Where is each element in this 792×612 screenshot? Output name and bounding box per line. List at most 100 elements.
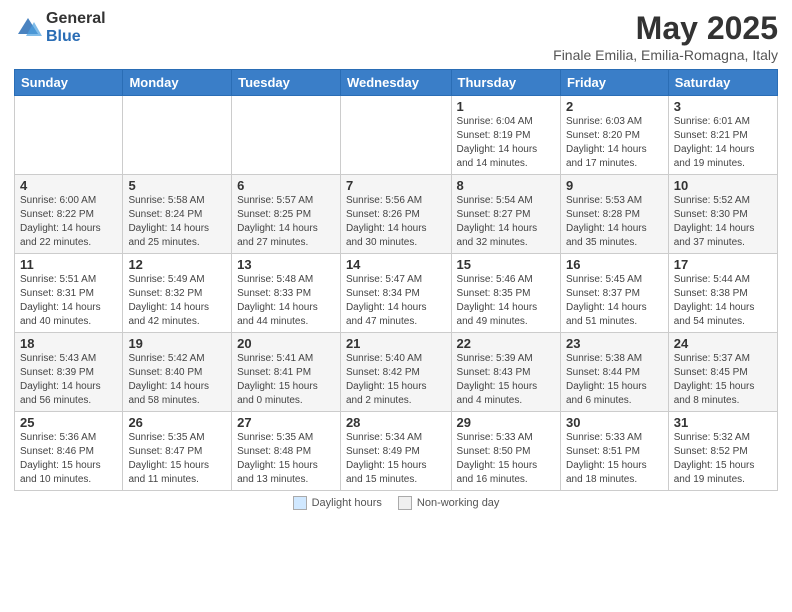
calendar-cell: 13Sunrise: 5:48 AM Sunset: 8:33 PM Dayli… [232,254,341,333]
logo: General Blue [14,10,106,45]
logo-text: General Blue [46,10,106,45]
day-info: Sunrise: 5:33 AM Sunset: 8:50 PM Dayligh… [457,431,555,487]
day-number: 21 [346,336,446,351]
legend-box-daylight [293,496,307,510]
calendar-cell [340,96,451,175]
calendar-cell: 6Sunrise: 5:57 AM Sunset: 8:25 PM Daylig… [232,175,341,254]
calendar-cell: 16Sunrise: 5:45 AM Sunset: 8:37 PM Dayli… [560,254,668,333]
calendar-cell: 8Sunrise: 5:54 AM Sunset: 8:27 PM Daylig… [451,175,560,254]
calendar-cell: 14Sunrise: 5:47 AM Sunset: 8:34 PM Dayli… [340,254,451,333]
day-info: Sunrise: 5:41 AM Sunset: 8:41 PM Dayligh… [237,352,335,408]
calendar-cell: 20Sunrise: 5:41 AM Sunset: 8:41 PM Dayli… [232,333,341,412]
day-number: 6 [237,178,335,193]
day-number: 28 [346,415,446,430]
day-info: Sunrise: 5:45 AM Sunset: 8:37 PM Dayligh… [566,273,663,329]
calendar-cell: 25Sunrise: 5:36 AM Sunset: 8:46 PM Dayli… [15,412,123,491]
day-info: Sunrise: 5:38 AM Sunset: 8:44 PM Dayligh… [566,352,663,408]
page: General Blue May 2025 Finale Emilia, Emi… [0,0,792,612]
calendar-cell: 23Sunrise: 5:38 AM Sunset: 8:44 PM Dayli… [560,333,668,412]
day-number: 8 [457,178,555,193]
day-info: Sunrise: 5:56 AM Sunset: 8:26 PM Dayligh… [346,194,446,250]
day-number: 3 [674,99,772,114]
calendar-cell: 12Sunrise: 5:49 AM Sunset: 8:32 PM Dayli… [123,254,232,333]
calendar-header-saturday: Saturday [668,70,777,96]
logo-icon [14,14,42,42]
legend-item-nonworking: Non-working day [398,496,500,510]
day-info: Sunrise: 6:03 AM Sunset: 8:20 PM Dayligh… [566,115,663,171]
day-number: 19 [128,336,226,351]
day-info: Sunrise: 5:39 AM Sunset: 8:43 PM Dayligh… [457,352,555,408]
day-number: 13 [237,257,335,272]
day-info: Sunrise: 5:42 AM Sunset: 8:40 PM Dayligh… [128,352,226,408]
legend-item-daylight: Daylight hours [293,496,382,510]
day-info: Sunrise: 5:43 AM Sunset: 8:39 PM Dayligh… [20,352,117,408]
day-number: 20 [237,336,335,351]
calendar-cell [123,96,232,175]
footer: Daylight hours Non-working day [14,496,778,510]
day-info: Sunrise: 5:44 AM Sunset: 8:38 PM Dayligh… [674,273,772,329]
day-info: Sunrise: 5:36 AM Sunset: 8:46 PM Dayligh… [20,431,117,487]
day-info: Sunrise: 5:54 AM Sunset: 8:27 PM Dayligh… [457,194,555,250]
calendar-cell: 10Sunrise: 5:52 AM Sunset: 8:30 PM Dayli… [668,175,777,254]
day-number: 1 [457,99,555,114]
day-number: 12 [128,257,226,272]
day-info: Sunrise: 5:49 AM Sunset: 8:32 PM Dayligh… [128,273,226,329]
day-info: Sunrise: 5:47 AM Sunset: 8:34 PM Dayligh… [346,273,446,329]
day-info: Sunrise: 5:40 AM Sunset: 8:42 PM Dayligh… [346,352,446,408]
calendar: SundayMondayTuesdayWednesdayThursdayFrid… [14,69,778,491]
day-number: 31 [674,415,772,430]
calendar-week-row-0: 1Sunrise: 6:04 AM Sunset: 8:19 PM Daylig… [15,96,778,175]
calendar-cell: 30Sunrise: 5:33 AM Sunset: 8:51 PM Dayli… [560,412,668,491]
day-info: Sunrise: 5:57 AM Sunset: 8:25 PM Dayligh… [237,194,335,250]
day-number: 10 [674,178,772,193]
day-number: 11 [20,257,117,272]
day-number: 26 [128,415,226,430]
day-info: Sunrise: 6:04 AM Sunset: 8:19 PM Dayligh… [457,115,555,171]
calendar-cell: 28Sunrise: 5:34 AM Sunset: 8:49 PM Dayli… [340,412,451,491]
legend-daylight-label: Daylight hours [312,497,382,509]
calendar-cell: 15Sunrise: 5:46 AM Sunset: 8:35 PM Dayli… [451,254,560,333]
calendar-cell: 1Sunrise: 6:04 AM Sunset: 8:19 PM Daylig… [451,96,560,175]
day-number: 30 [566,415,663,430]
calendar-week-row-3: 18Sunrise: 5:43 AM Sunset: 8:39 PM Dayli… [15,333,778,412]
calendar-cell: 5Sunrise: 5:58 AM Sunset: 8:24 PM Daylig… [123,175,232,254]
calendar-header-tuesday: Tuesday [232,70,341,96]
day-number: 23 [566,336,663,351]
calendar-cell: 3Sunrise: 6:01 AM Sunset: 8:21 PM Daylig… [668,96,777,175]
day-info: Sunrise: 5:58 AM Sunset: 8:24 PM Dayligh… [128,194,226,250]
calendar-cell: 21Sunrise: 5:40 AM Sunset: 8:42 PM Dayli… [340,333,451,412]
calendar-cell: 27Sunrise: 5:35 AM Sunset: 8:48 PM Dayli… [232,412,341,491]
day-number: 14 [346,257,446,272]
day-number: 15 [457,257,555,272]
calendar-header-thursday: Thursday [451,70,560,96]
day-info: Sunrise: 5:32 AM Sunset: 8:52 PM Dayligh… [674,431,772,487]
day-info: Sunrise: 5:53 AM Sunset: 8:28 PM Dayligh… [566,194,663,250]
day-number: 4 [20,178,117,193]
calendar-cell: 4Sunrise: 6:00 AM Sunset: 8:22 PM Daylig… [15,175,123,254]
calendar-header-sunday: Sunday [15,70,123,96]
calendar-cell: 2Sunrise: 6:03 AM Sunset: 8:20 PM Daylig… [560,96,668,175]
day-info: Sunrise: 5:37 AM Sunset: 8:45 PM Dayligh… [674,352,772,408]
day-info: Sunrise: 5:52 AM Sunset: 8:30 PM Dayligh… [674,194,772,250]
legend-nonworking-label: Non-working day [417,497,500,509]
day-number: 9 [566,178,663,193]
calendar-header-friday: Friday [560,70,668,96]
calendar-cell: 17Sunrise: 5:44 AM Sunset: 8:38 PM Dayli… [668,254,777,333]
calendar-cell: 22Sunrise: 5:39 AM Sunset: 8:43 PM Dayli… [451,333,560,412]
title-block: May 2025 Finale Emilia, Emilia-Romagna, … [553,10,778,63]
header: General Blue May 2025 Finale Emilia, Emi… [14,10,778,63]
day-number: 18 [20,336,117,351]
day-number: 24 [674,336,772,351]
calendar-cell: 7Sunrise: 5:56 AM Sunset: 8:26 PM Daylig… [340,175,451,254]
location: Finale Emilia, Emilia-Romagna, Italy [553,47,778,63]
day-number: 2 [566,99,663,114]
calendar-cell: 11Sunrise: 5:51 AM Sunset: 8:31 PM Dayli… [15,254,123,333]
calendar-header-row: SundayMondayTuesdayWednesdayThursdayFrid… [15,70,778,96]
calendar-cell: 9Sunrise: 5:53 AM Sunset: 8:28 PM Daylig… [560,175,668,254]
day-info: Sunrise: 6:01 AM Sunset: 8:21 PM Dayligh… [674,115,772,171]
calendar-cell: 31Sunrise: 5:32 AM Sunset: 8:52 PM Dayli… [668,412,777,491]
calendar-cell [232,96,341,175]
day-info: Sunrise: 5:51 AM Sunset: 8:31 PM Dayligh… [20,273,117,329]
day-number: 25 [20,415,117,430]
calendar-header-monday: Monday [123,70,232,96]
